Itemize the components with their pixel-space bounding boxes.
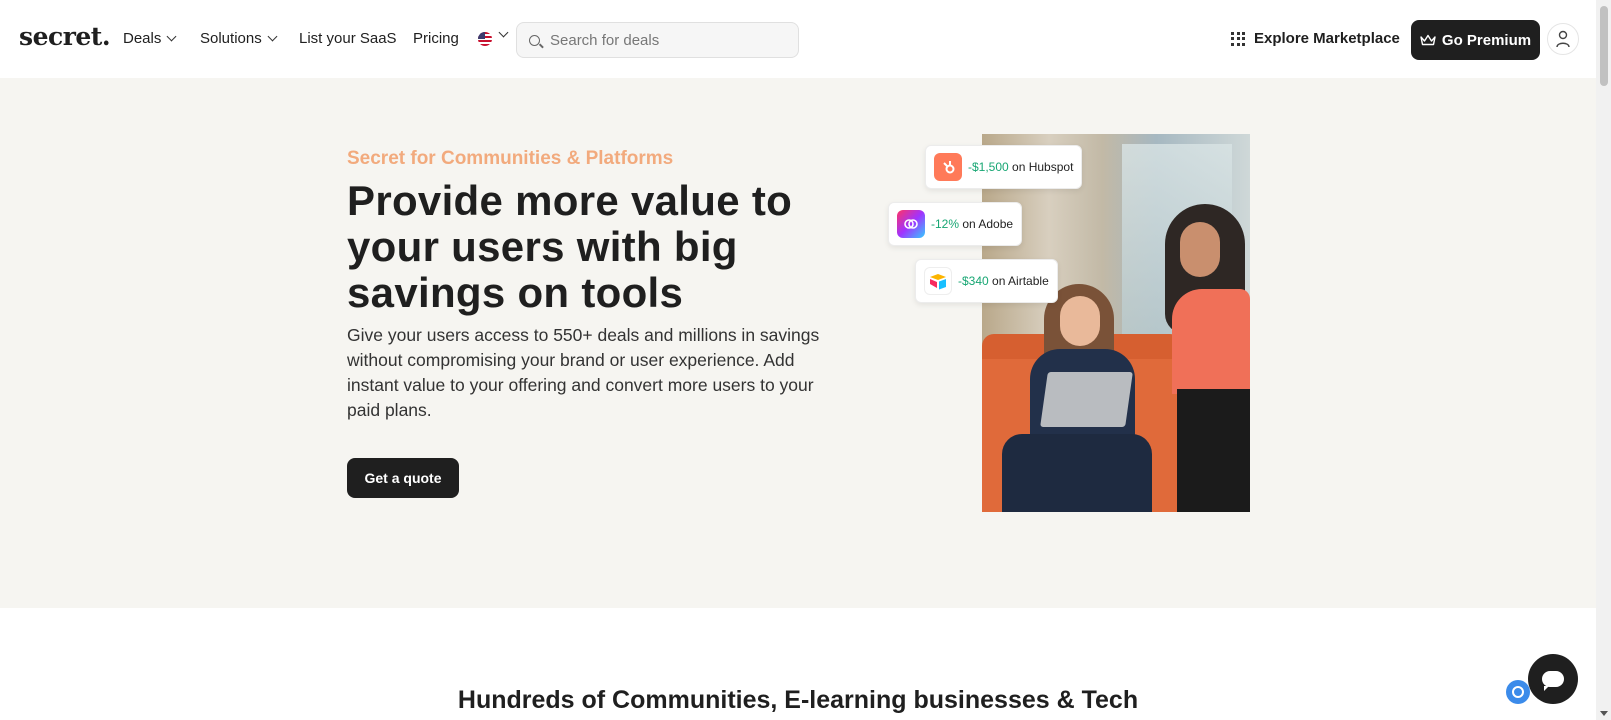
hero-eyebrow: Secret for Communities & Platforms xyxy=(347,148,674,169)
deal-product: on Airtable xyxy=(988,274,1049,288)
search-icon xyxy=(529,34,540,46)
deal-card-adobe: -12% on Adobe xyxy=(888,202,1023,246)
chevron-down-icon[interactable] xyxy=(498,27,509,38)
page-scrollbar[interactable] xyxy=(1596,0,1611,720)
chat-button[interactable] xyxy=(1528,654,1578,704)
scroll-down-arrow-icon[interactable] xyxy=(1600,711,1608,716)
nav-solutions-label: Solutions xyxy=(200,30,262,47)
nav-list-saas[interactable]: List your SaaS xyxy=(299,30,397,47)
deal-amount: -$340 xyxy=(958,274,989,288)
site-logo[interactable]: secret. xyxy=(19,22,111,51)
deal-amount: -12% xyxy=(931,217,960,231)
page: secret. Deals Solutions List your SaaS P… xyxy=(0,0,1611,720)
explore-marketplace-link[interactable]: Explore Marketplace xyxy=(1231,30,1400,47)
deal-product: on Adobe xyxy=(959,217,1014,231)
hero-description: Give your users access to 550+ deals and… xyxy=(347,325,820,420)
hero-photo xyxy=(982,134,1250,512)
hero-title: Provide more value to your users with bi… xyxy=(347,177,793,316)
nav-deals-label: Deals xyxy=(123,30,162,47)
user-account-button[interactable] xyxy=(1547,23,1579,55)
us-flag-icon[interactable] xyxy=(478,32,492,46)
go-premium-label: Go Premium xyxy=(1441,31,1532,49)
explore-marketplace-label: Explore Marketplace xyxy=(1254,30,1400,47)
search-bar[interactable] xyxy=(516,22,799,58)
hero-section: Secret for Communities & Platforms Provi… xyxy=(0,78,1596,608)
adobe-icon xyxy=(897,210,925,238)
deal-card-hubspot: -$1,500 on Hubspot xyxy=(925,145,1083,189)
nav-deals[interactable]: Deals xyxy=(123,30,177,47)
deal-card-airtable: -$340 on Airtable xyxy=(915,259,1058,303)
communities-section-title: Hundreds of Communities, E-learning busi… xyxy=(457,686,1139,714)
get-quote-button[interactable]: Get a quote xyxy=(347,458,459,498)
deal-product: on Hubspot xyxy=(1008,160,1074,174)
airtable-icon xyxy=(924,267,952,295)
top-nav: secret. Deals Solutions List your SaaS P… xyxy=(0,0,1596,78)
search-input[interactable] xyxy=(550,31,790,49)
chevron-down-icon xyxy=(166,31,177,42)
crown-icon xyxy=(1420,34,1436,46)
user-icon xyxy=(1556,30,1570,48)
nav-pricing[interactable]: Pricing xyxy=(413,30,459,47)
go-premium-button[interactable]: Go Premium xyxy=(1411,20,1540,60)
help-widget-icon[interactable] xyxy=(1506,680,1530,704)
grid-icon xyxy=(1231,31,1245,46)
hubspot-icon xyxy=(934,153,962,181)
chevron-down-icon xyxy=(267,31,278,42)
chat-icon xyxy=(1542,671,1564,691)
scrollbar-thumb[interactable] xyxy=(1600,6,1608,86)
nav-solutions[interactable]: Solutions xyxy=(200,30,278,47)
deal-amount: -$1,500 xyxy=(968,160,1009,174)
